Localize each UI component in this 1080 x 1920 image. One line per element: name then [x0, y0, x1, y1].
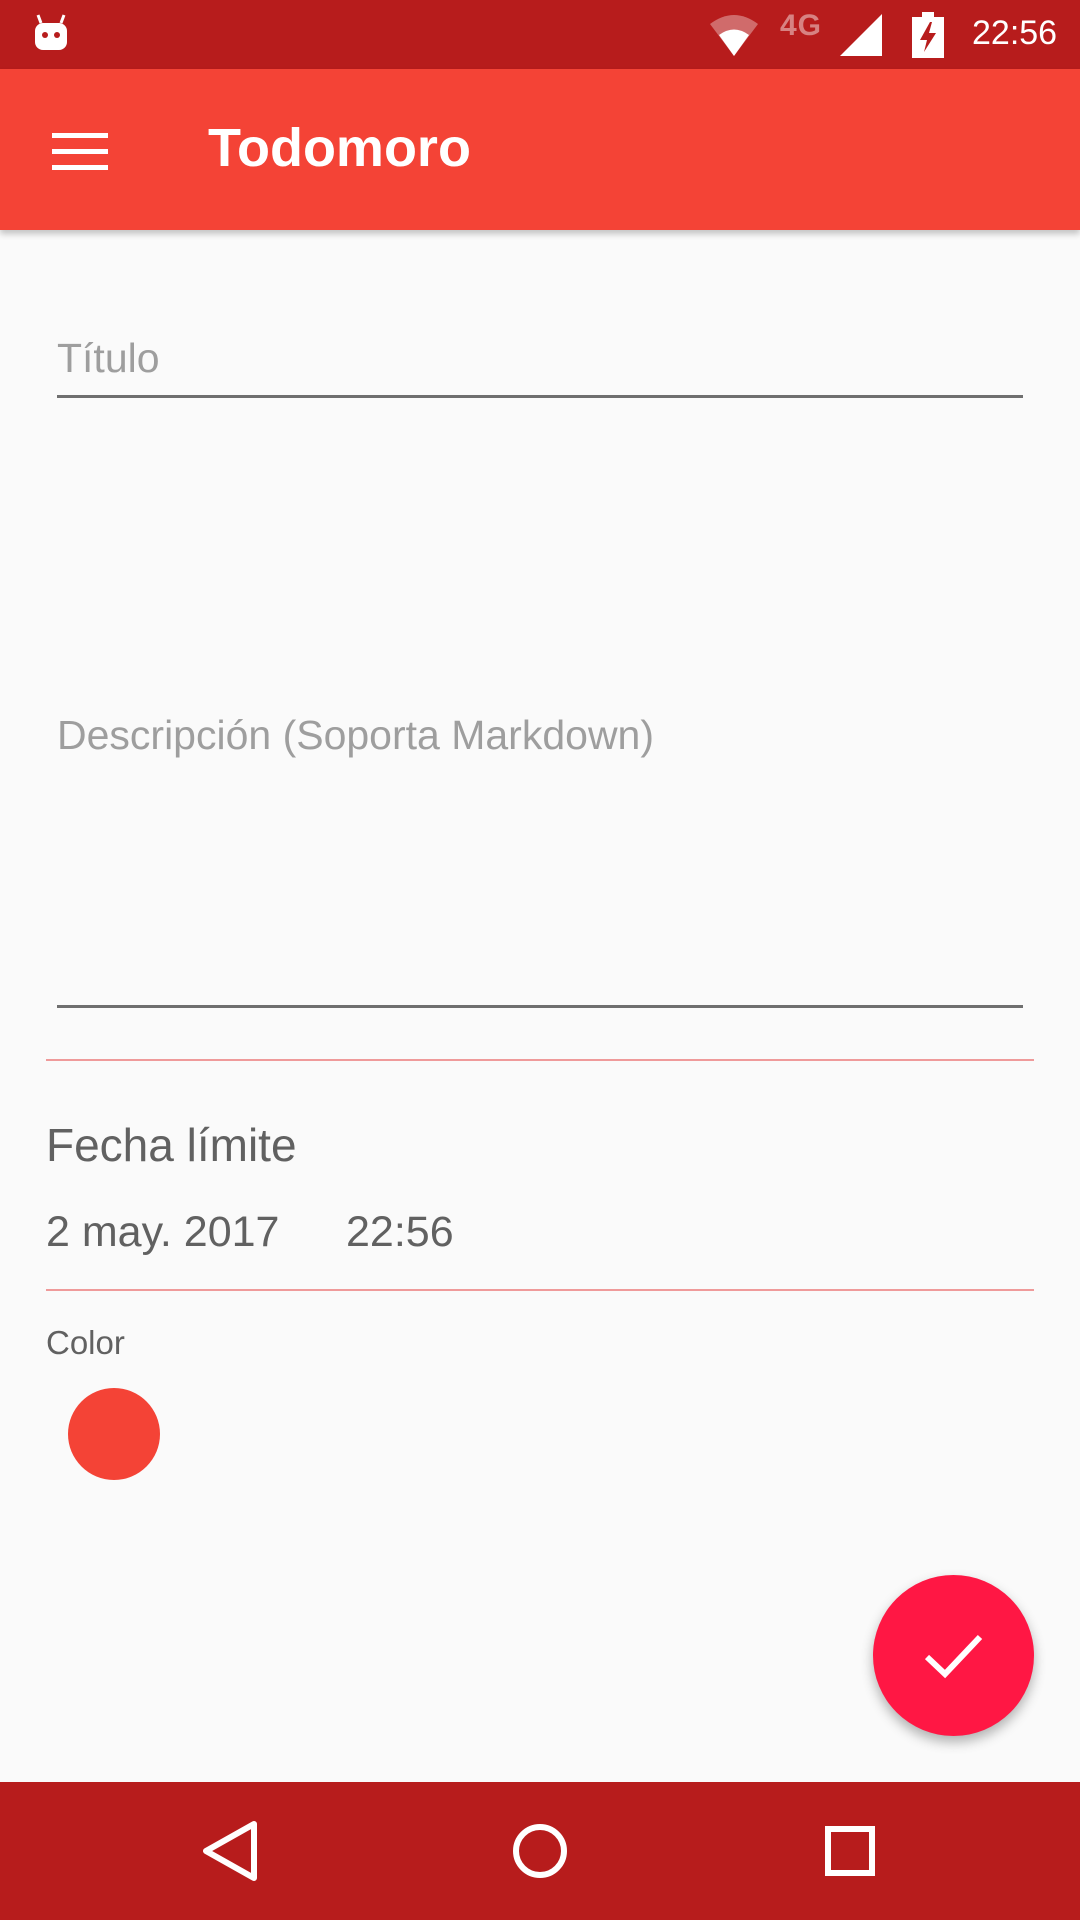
menu-button[interactable]	[34, 113, 124, 193]
battery-charging-icon	[912, 12, 944, 58]
title-underline	[57, 395, 1023, 398]
back-button[interactable]	[186, 1806, 276, 1896]
deadline-date-picker[interactable]: 2 may. 2017	[46, 1208, 279, 1257]
save-fab-button[interactable]	[873, 1575, 1034, 1736]
navigation-bar	[0, 1782, 1080, 1920]
status-clock: 22:56	[972, 14, 1058, 52]
app-bar: Todomoro	[0, 69, 1080, 230]
color-swatch[interactable]	[68, 1388, 160, 1480]
divider	[46, 1059, 1034, 1061]
deadline-label: Fecha límite	[46, 1119, 297, 1171]
check-icon	[924, 1634, 983, 1679]
back-icon	[203, 1821, 257, 1881]
status-bar: 4G 22:56	[0, 0, 1080, 69]
app-title: Todomoro	[208, 118, 471, 178]
wifi-icon	[710, 15, 758, 56]
home-icon	[513, 1824, 567, 1878]
description-underline	[57, 1005, 1023, 1008]
deadline-time-picker[interactable]: 22:56	[346, 1208, 454, 1257]
recents-button[interactable]	[805, 1806, 895, 1896]
color-label: Color	[46, 1324, 125, 1361]
title-input[interactable]: Título	[57, 330, 1023, 398]
divider	[46, 1289, 1034, 1291]
title-placeholder: Título	[57, 335, 160, 381]
description-input[interactable]: Descripción (Soporta Markdown)	[57, 700, 1023, 1008]
signal-icon	[840, 14, 882, 56]
recents-icon	[825, 1826, 875, 1876]
home-button[interactable]	[495, 1806, 585, 1896]
network-type-label: 4G	[780, 9, 823, 42]
description-placeholder: Descripción (Soporta Markdown)	[57, 712, 655, 758]
android-notification-icon	[35, 14, 67, 50]
